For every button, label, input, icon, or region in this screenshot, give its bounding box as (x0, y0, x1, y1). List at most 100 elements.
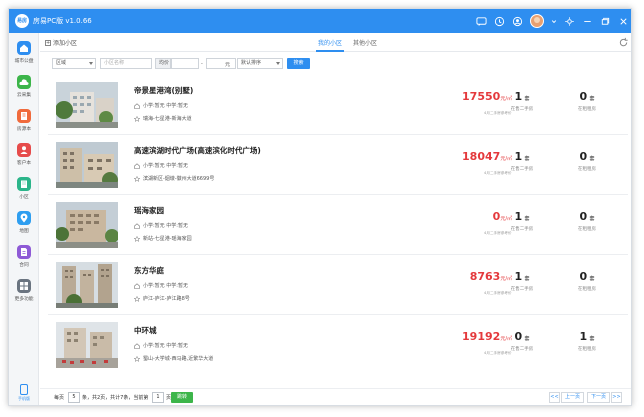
message-icon[interactable] (476, 16, 487, 27)
close-icon[interactable] (618, 16, 629, 27)
list-item[interactable]: 帝景星港湾(别墅) 小学:暂无 中学:暂无 瑞海-七星港-新海大道 17550元… (48, 75, 628, 135)
for-rent-caption: 在租租房 (578, 227, 596, 232)
first-page-button[interactable]: << (549, 392, 560, 403)
on-sale-count[interactable]: 0 套在售二手房 (502, 330, 542, 352)
next-page-button[interactable]: 下一页 (587, 392, 610, 403)
count-unit: 套 (589, 216, 595, 222)
jump-button[interactable]: 跳转 (171, 392, 193, 403)
for-rent-count[interactable]: 0 套在租租房 (567, 210, 607, 232)
for-rent-caption: 在租租房 (578, 287, 596, 292)
tab-bar: + 添加小区 我的小区 其他小区 (40, 33, 631, 52)
school-icon (134, 162, 140, 169)
district-select-value: 区域 (56, 60, 67, 66)
count-unit: 套 (589, 96, 595, 102)
school-info: 小学:暂无 中学:暂无 (134, 222, 188, 229)
settings-icon[interactable] (564, 16, 575, 27)
star-icon (134, 115, 140, 122)
list-item[interactable]: 瑶海家园 小学:暂无 中学:暂无 新站-七星港-瑶海家园 0元/㎡ 4月二手房参… (48, 195, 628, 255)
address-info: 庐江-庐江-庐江路8号 (134, 295, 190, 302)
for-rent-caption: 在租租房 (578, 167, 596, 172)
dropdown-caret-icon (276, 62, 280, 65)
jump-button-label: 跳转 (176, 394, 187, 400)
district-select[interactable]: 区域 (52, 58, 96, 69)
on-sale-count[interactable]: 1 套在售二手房 (502, 270, 542, 292)
chevron-down-icon[interactable] (551, 16, 557, 27)
search-button-label: 搜索 (293, 60, 304, 66)
star-icon (134, 175, 140, 182)
sidebar-item-home[interactable]: 城市公盘 (9, 37, 39, 69)
sidebar-item-more[interactable]: 更多功能 (9, 275, 39, 307)
star-icon (134, 355, 140, 362)
for-rent-count[interactable]: 1 套在租租房 (567, 330, 607, 352)
star-icon (134, 295, 140, 302)
star-icon (134, 235, 140, 242)
document-icon (17, 245, 31, 259)
address-info: 新站-七星港-瑶海家园 (134, 235, 192, 242)
add-community-button[interactable]: + 添加小区 (45, 38, 77, 47)
refresh-icon[interactable] (618, 37, 629, 48)
price-value: 8763 (469, 270, 501, 283)
on-sale-count[interactable]: 1 套在售二手房 (502, 210, 542, 232)
community-name[interactable]: 东方华庭 (134, 265, 164, 276)
sidebar-item-cloud[interactable]: 云采集 (9, 71, 39, 103)
list-item[interactable]: 中环城 小学:暂无 中学:暂无 蜀山-大学城-西马路,近繁华大道 19192元/… (48, 315, 628, 375)
price-value: 18047 (462, 150, 501, 163)
on-sale-count[interactable]: 1 套在售二手房 (502, 150, 542, 172)
community-name[interactable]: 帝景星港湾(别墅) (134, 85, 193, 96)
user-icon (17, 143, 31, 157)
on-sale-count[interactable]: 1 套在售二手房 (502, 90, 542, 112)
bell-icon[interactable] (494, 16, 505, 27)
list-item[interactable]: 高速滨湖时代广场(高速滨化时代广场) 小学:暂无 中学:暂无 滨湖新区-烟墩-徽… (48, 135, 628, 195)
price-value: 17550 (462, 90, 501, 103)
app-title: 房易PC版 v1.0.66 (33, 17, 92, 25)
sidebar-item-listing[interactable]: 房源本 (9, 105, 39, 137)
search-button[interactable]: 搜索 (287, 58, 310, 69)
prev-page-button[interactable]: 上一页 (561, 392, 584, 403)
tab-other-communities[interactable]: 其他小区 (353, 38, 377, 47)
app-window: 易房 房易PC版 v1.0.66 城市公盘 云采集 房源本 客户本 小区 地图 … (8, 8, 632, 406)
for-rent-count[interactable]: 0 套在租租房 (567, 90, 607, 112)
for-rent-count[interactable]: 0 套在租租房 (567, 270, 607, 292)
community-name[interactable]: 瑶海家园 (134, 205, 164, 216)
on-sale-value: 1 (514, 270, 523, 283)
user-circle-icon[interactable] (512, 16, 523, 27)
on-sale-caption: 在售二手房 (510, 227, 534, 232)
price-min-input[interactable] (171, 58, 199, 69)
on-sale-caption: 在售二手房 (510, 347, 534, 352)
sidebar-item-customer[interactable]: 客户本 (9, 139, 39, 171)
address-text: 瑞海-七星港-新海大道 (143, 116, 192, 122)
sidebar-item-label: 云采集 (16, 92, 32, 98)
sidebar-item-contract[interactable]: 合同 (9, 241, 39, 273)
on-sale-caption: 在售二手房 (510, 167, 534, 172)
for-rent-value: 0 (579, 90, 588, 103)
for-rent-value: 0 (579, 270, 588, 283)
title-bar: 易房 房易PC版 v1.0.66 (9, 9, 631, 33)
per-page-input[interactable]: 5 (68, 392, 80, 403)
avatar[interactable] (530, 14, 544, 28)
list-item[interactable]: 东方华庭 小学:暂无 中学:暂无 庐江-庐江-庐江路8号 8763元/㎡ 4月二… (48, 255, 628, 315)
community-photo (56, 262, 118, 308)
school-text: 小学:暂无 中学:暂无 (143, 223, 188, 229)
count-unit: 套 (589, 156, 595, 162)
sidebar-item-community[interactable]: 小区 (9, 173, 39, 205)
sidebar-item-label: 更多功能 (14, 296, 34, 302)
on-sale-value: 0 (514, 330, 523, 343)
sort-select[interactable]: 默认排序 (237, 58, 283, 69)
sidebar-item-label: 小区 (19, 194, 29, 200)
last-page-button[interactable]: >> (611, 392, 622, 403)
price-type-select[interactable]: 均价 (155, 58, 171, 69)
price-max-input[interactable] (206, 58, 236, 69)
address-text: 新站-七星港-瑶海家园 (143, 236, 192, 242)
community-name[interactable]: 高速滨湖时代广场(高速滨化时代广场) (134, 145, 261, 156)
mobile-app-button[interactable]: 手机版 (16, 384, 32, 404)
restore-icon[interactable] (600, 16, 611, 27)
community-name[interactable]: 中环城 (134, 325, 157, 336)
school-text: 小学:暂无 中学:暂无 (143, 103, 188, 109)
tab-my-communities[interactable]: 我的小区 (315, 38, 345, 52)
community-name-input[interactable]: 小区名称 (100, 58, 152, 69)
current-page-input[interactable]: 1 (152, 392, 164, 403)
sidebar-item-map[interactable]: 地图 (9, 207, 39, 239)
building-icon (17, 177, 31, 191)
minimize-icon[interactable] (582, 16, 593, 27)
for-rent-count[interactable]: 0 套在租租房 (567, 150, 607, 172)
